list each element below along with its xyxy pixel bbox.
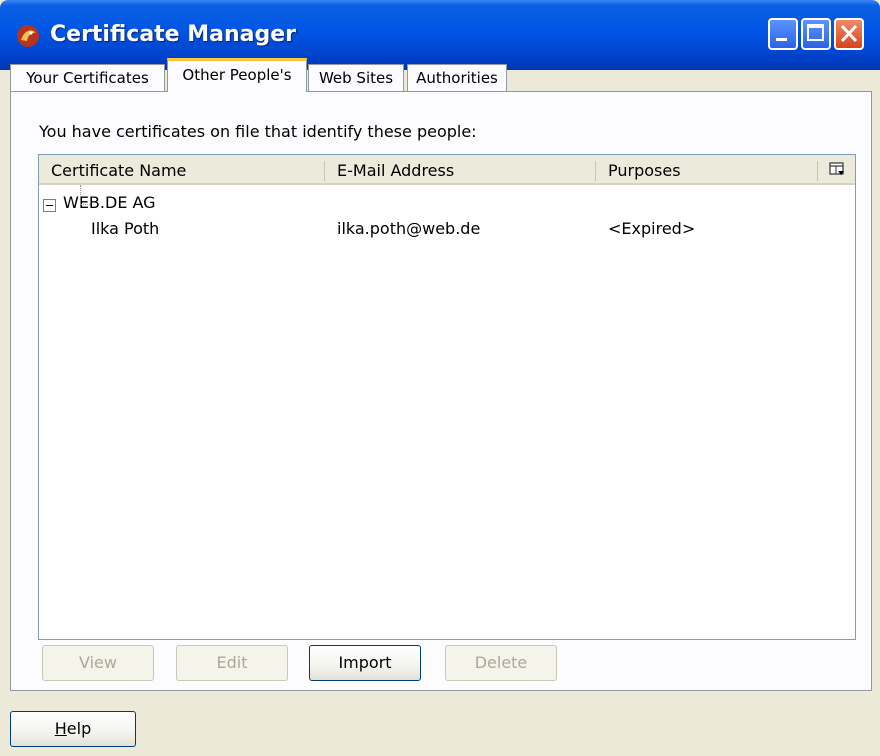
maximize-icon: [807, 24, 824, 41]
tab-other-peoples[interactable]: Other People's: [167, 58, 307, 92]
intro-text: You have certificates on file that ident…: [39, 122, 477, 141]
view-button[interactable]: View: [42, 645, 154, 681]
tab-authorities[interactable]: Authorities: [407, 64, 507, 92]
certificate-manager-window: Certificate Manager Your Certificates Ot…: [0, 0, 880, 756]
tab-label: Authorities: [416, 69, 498, 87]
help-mnemonic: H: [54, 719, 67, 738]
tree-connector: [80, 204, 90, 205]
column-header-email-address[interactable]: E-Mail Address: [325, 155, 595, 185]
title-bar[interactable]: Certificate Manager: [0, 0, 880, 70]
column-separator[interactable]: [817, 161, 818, 181]
minimize-icon: [776, 38, 787, 41]
tab-label: Other People's: [182, 66, 292, 84]
minimize-button[interactable]: [768, 18, 798, 50]
delete-button[interactable]: Delete: [445, 645, 557, 681]
certificate-name: Ilka Poth: [91, 219, 160, 238]
certificate-purposes: <Expired>: [608, 219, 696, 238]
tab-web-sites[interactable]: Web Sites: [308, 64, 404, 92]
tree-connector: [80, 185, 81, 205]
app-dragon-icon: [17, 25, 39, 47]
group-name: WEB.DE AG: [63, 193, 156, 212]
tree-row-certificate[interactable]: Ilka Poth ilka.poth@web.de <Expired>: [39, 217, 855, 241]
collapse-twisty-icon[interactable]: [43, 199, 56, 212]
edit-button[interactable]: Edit: [176, 645, 288, 681]
window-title: Certificate Manager: [50, 22, 297, 47]
close-icon: [840, 24, 858, 43]
close-button[interactable]: [834, 18, 864, 50]
tab-label: Your Certificates: [26, 69, 149, 87]
tab-your-certificates[interactable]: Your Certificates: [10, 64, 165, 92]
tab-panel-other-peoples: You have certificates on file that ident…: [10, 91, 872, 691]
help-button[interactable]: Help: [10, 711, 136, 747]
maximize-button[interactable]: [801, 18, 831, 50]
help-label-rest: elp: [66, 719, 92, 738]
certificate-email: ilka.poth@web.de: [337, 219, 481, 238]
tree-row-group[interactable]: WEB.DE AG: [39, 191, 855, 215]
column-picker-icon[interactable]: [827, 161, 847, 179]
tree-header: Certificate Name E-Mail Address Purposes: [39, 155, 855, 185]
column-header-purposes[interactable]: Purposes: [596, 155, 816, 185]
tab-label: Web Sites: [318, 69, 394, 87]
certificate-tree[interactable]: Certificate Name E-Mail Address Purposes: [38, 154, 856, 640]
import-button[interactable]: Import: [309, 645, 421, 681]
column-header-certificate-name[interactable]: Certificate Name: [39, 155, 324, 185]
